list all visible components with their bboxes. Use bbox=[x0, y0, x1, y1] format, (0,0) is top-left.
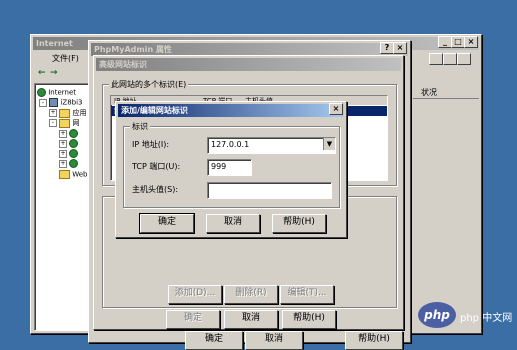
ip-address-label: IP 地址(I): bbox=[132, 140, 170, 149]
props-ok-button[interactable]: 确定 bbox=[185, 331, 243, 350]
advanced-titlebar: 高级网站标识 bbox=[96, 58, 401, 71]
website-icon bbox=[69, 139, 79, 148]
help-question-button[interactable]: ? bbox=[380, 42, 394, 54]
ip-address-select[interactable]: 127.0.0.1 ▼ bbox=[207, 137, 336, 154]
watermark: php php 中文网 bbox=[418, 300, 514, 334]
iis-toolbar-right bbox=[419, 53, 479, 81]
watermark-logo: php bbox=[418, 302, 456, 328]
menu-file[interactable]: 文件(F) bbox=[52, 53, 79, 64]
edit-title: 添加/编辑网站标识 bbox=[121, 106, 188, 115]
iis-tree-pane: Internet - iZ8bi3 + 应用 - 网 + + + + Web bbox=[34, 83, 94, 331]
expand-icon[interactable]: + bbox=[49, 109, 57, 117]
edit-cancel-button[interactable]: 取消 bbox=[206, 214, 260, 233]
expand-icon[interactable]: + bbox=[59, 159, 67, 168]
tree-server[interactable]: - iZ8bi3 bbox=[39, 98, 83, 107]
folder-icon bbox=[59, 170, 70, 179]
expand-icon[interactable]: + bbox=[59, 139, 67, 148]
properties-close-button[interactable]: × bbox=[393, 42, 407, 54]
adv-ok-button[interactable]: 确定 bbox=[166, 310, 220, 329]
edit-titlebar: 添加/编辑网站标识 bbox=[118, 104, 344, 117]
props-cancel-button[interactable]: 取消 bbox=[245, 331, 303, 350]
identity-group-label: 标识 bbox=[130, 121, 150, 132]
folder-icon bbox=[59, 108, 71, 118]
advanced-title: 高级网站标识 bbox=[99, 60, 147, 69]
website-icon bbox=[69, 149, 79, 158]
edit-ok-button[interactable]: 确定 bbox=[139, 213, 195, 234]
internet-icon bbox=[37, 88, 46, 97]
tcp-port-label: TCP 端口(U): bbox=[132, 162, 181, 171]
server-icon bbox=[49, 98, 59, 107]
folder-icon bbox=[59, 118, 71, 128]
edit-button[interactable]: 编辑(T)... bbox=[280, 285, 334, 304]
properties-title: PhpMyAdmin 属性 bbox=[94, 45, 172, 54]
iis-list-header: 状况 bbox=[413, 87, 479, 99]
adv-help-button[interactable]: 帮助(H) bbox=[282, 310, 336, 329]
collapse-icon[interactable]: - bbox=[39, 98, 47, 107]
back-arrow-icon[interactable]: ← bbox=[38, 68, 46, 78]
host-header-label: 主机头值(S): bbox=[132, 185, 179, 194]
edit-close-button[interactable]: × bbox=[329, 103, 343, 115]
tree-root[interactable]: Internet bbox=[37, 88, 76, 97]
props-help-button[interactable]: 帮助(H) bbox=[345, 331, 403, 350]
tree-sites[interactable]: - 网 bbox=[49, 118, 79, 128]
add-button[interactable]: 添加(D)... bbox=[168, 285, 222, 304]
tree-site-2[interactable]: + bbox=[59, 139, 79, 148]
tcp-port-input[interactable]: 999 bbox=[207, 159, 252, 176]
website-icon bbox=[69, 159, 79, 168]
toolbar-button[interactable] bbox=[457, 53, 471, 65]
multiple-identity-label: 此网站的多个标识(E) bbox=[109, 79, 189, 90]
toolbar-button[interactable] bbox=[429, 53, 443, 65]
tree-site-1[interactable]: + bbox=[59, 129, 79, 138]
toolbar-button[interactable] bbox=[443, 53, 457, 65]
website-icon bbox=[69, 129, 79, 138]
dropdown-arrow-icon[interactable]: ▼ bbox=[323, 138, 335, 150]
expand-icon[interactable]: + bbox=[59, 149, 67, 158]
watermark-text: php 中文网 bbox=[460, 313, 513, 324]
iis-maximize-button[interactable]: □ bbox=[451, 36, 465, 48]
host-header-input[interactable] bbox=[207, 182, 332, 199]
edit-help-button[interactable]: 帮助(H) bbox=[272, 214, 326, 233]
iis-close-button[interactable]: × bbox=[464, 36, 478, 48]
tree-app[interactable]: + 应用 bbox=[49, 108, 86, 118]
iis-toolbar: ← → bbox=[34, 68, 94, 80]
expand-icon[interactable]: + bbox=[59, 129, 67, 138]
iis-title: Internet bbox=[36, 39, 73, 48]
tree-web[interactable]: Web bbox=[59, 170, 88, 179]
iis-minimize-button[interactable]: _ bbox=[438, 36, 452, 48]
collapse-icon[interactable]: - bbox=[49, 119, 57, 127]
edit-identity-dialog: 添加/编辑网站标识 × 标识 IP 地址(I): 127.0.0.1 ▼ TCP… bbox=[115, 101, 347, 238]
adv-cancel-button[interactable]: 取消 bbox=[224, 310, 278, 329]
col-status[interactable]: 状况 bbox=[421, 87, 437, 98]
ip-address-value: 127.0.0.1 bbox=[211, 140, 250, 149]
tree-site-4[interactable]: + bbox=[59, 159, 79, 168]
remove-button[interactable]: 删除(R) bbox=[224, 285, 278, 304]
tree-site-3[interactable]: + bbox=[59, 149, 79, 158]
forward-arrow-icon[interactable]: → bbox=[50, 68, 58, 78]
